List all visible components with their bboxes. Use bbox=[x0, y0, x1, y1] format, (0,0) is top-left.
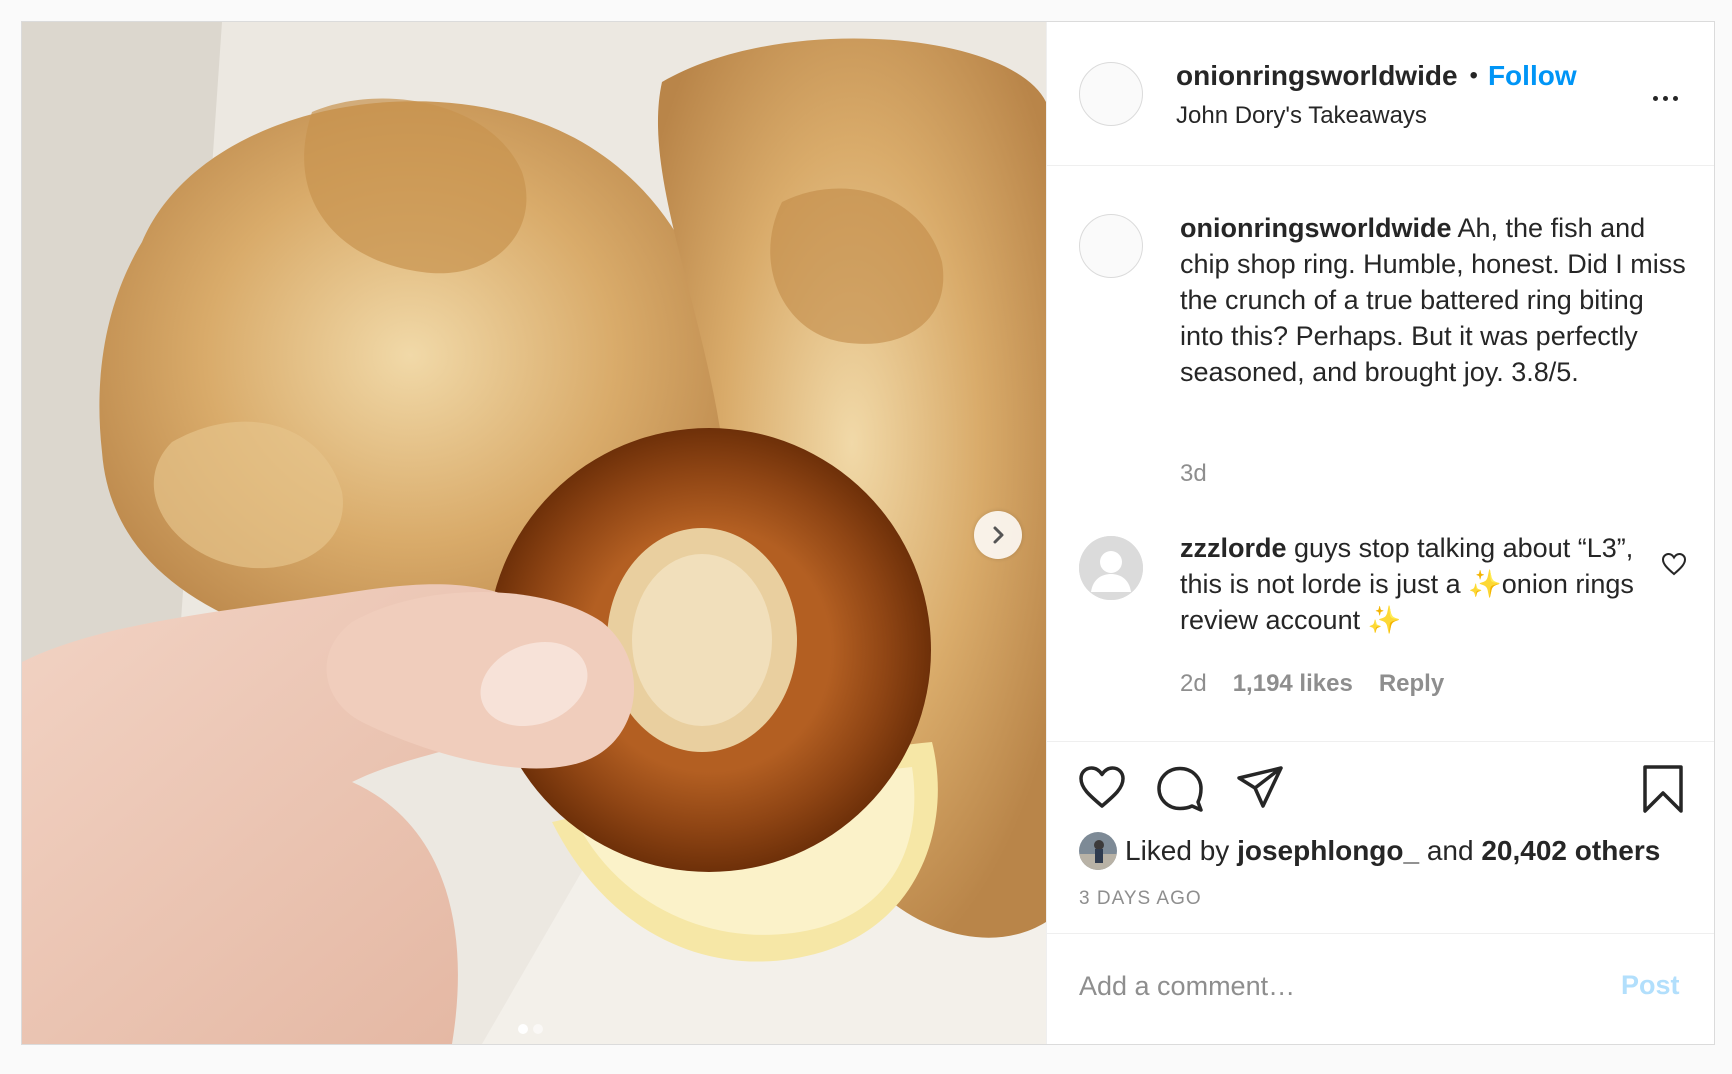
post-header: onionringsworldwide • Follow John Dory's… bbox=[1047, 22, 1714, 166]
bookmark-icon bbox=[1643, 765, 1683, 813]
more-icon-dot bbox=[1663, 96, 1668, 101]
caption-username[interactable]: onionringsworldwide bbox=[1180, 213, 1452, 243]
comment-button[interactable] bbox=[1155, 764, 1205, 817]
caption: onionringsworldwide Ah, the fish and chi… bbox=[1180, 210, 1690, 390]
next-slide-button[interactable] bbox=[974, 511, 1022, 559]
reply-button[interactable]: Reply bbox=[1379, 670, 1444, 698]
comment-meta: 2d 1,194 likes Reply bbox=[1180, 670, 1444, 698]
post-image[interactable] bbox=[22, 22, 1046, 1044]
liker-avatar[interactable] bbox=[1079, 832, 1117, 870]
post-actions: Liked by josephlongo_ and 20,402 others … bbox=[1047, 742, 1714, 934]
author-username[interactable]: onionringsworldwide bbox=[1176, 60, 1458, 92]
comment-likes[interactable]: 1,194 likes bbox=[1233, 670, 1353, 698]
liked-by-prefix: Liked by bbox=[1125, 835, 1230, 866]
sparkle-emoji-2: ✨ bbox=[1367, 605, 1402, 635]
like-button[interactable] bbox=[1077, 764, 1127, 815]
separator-bullet: • bbox=[1469, 62, 1478, 89]
chevron-right-icon bbox=[993, 526, 1004, 544]
commenter-avatar[interactable] bbox=[1079, 536, 1143, 600]
sparkle-emoji: ✨ bbox=[1468, 569, 1502, 599]
carousel-dot-2 bbox=[533, 1024, 543, 1034]
more-icon-dot bbox=[1673, 96, 1678, 101]
follow-button[interactable]: Follow bbox=[1488, 60, 1577, 92]
carousel-dots bbox=[518, 1024, 543, 1034]
author-line: onionringsworldwide • Follow bbox=[1176, 60, 1577, 92]
caption-time[interactable]: 3d bbox=[1180, 460, 1207, 488]
caption-avatar[interactable] bbox=[1079, 214, 1143, 278]
default-avatar-icon bbox=[1079, 536, 1143, 600]
liker-photo bbox=[1079, 832, 1117, 870]
liked-by-user[interactable]: josephlongo_ bbox=[1237, 835, 1419, 867]
add-comment-section: Post bbox=[1047, 934, 1714, 1044]
small-heart-icon bbox=[1661, 552, 1687, 576]
photo-onion-ring bbox=[22, 22, 1046, 1044]
post-comment-button[interactable]: Post bbox=[1621, 970, 1680, 1001]
more-options-button[interactable] bbox=[1653, 96, 1678, 101]
heart-icon bbox=[1079, 766, 1125, 808]
share-icon bbox=[1237, 766, 1283, 808]
post-location[interactable]: John Dory's Takeaways bbox=[1176, 102, 1427, 130]
comment: zzzlorde guys stop talking about “L3”, t… bbox=[1180, 530, 1640, 638]
carousel-dot-1 bbox=[518, 1024, 528, 1034]
post-sidebar: onionringsworldwide • Follow John Dory's… bbox=[1046, 22, 1714, 1044]
author-avatar[interactable] bbox=[1079, 62, 1143, 126]
comment-input[interactable] bbox=[1079, 966, 1579, 1006]
more-icon bbox=[1653, 96, 1658, 101]
post-date[interactable]: 3 DAYS AGO bbox=[1079, 888, 1202, 910]
comment-like-button[interactable] bbox=[1661, 552, 1687, 581]
liked-by-and: and bbox=[1426, 835, 1474, 866]
comments-section: onionringsworldwide Ah, the fish and chi… bbox=[1047, 166, 1714, 742]
comment-icon bbox=[1157, 766, 1203, 812]
share-button[interactable] bbox=[1235, 764, 1285, 815]
comment-username[interactable]: zzzlorde bbox=[1180, 533, 1287, 563]
liked-by-others[interactable]: 20,402 others bbox=[1481, 835, 1660, 867]
likes-summary: Liked by josephlongo_ and 20,402 others bbox=[1079, 832, 1660, 870]
comment-time[interactable]: 2d bbox=[1180, 670, 1207, 698]
post-card: onionringsworldwide • Follow John Dory's… bbox=[21, 21, 1715, 1045]
save-button[interactable] bbox=[1641, 764, 1685, 819]
